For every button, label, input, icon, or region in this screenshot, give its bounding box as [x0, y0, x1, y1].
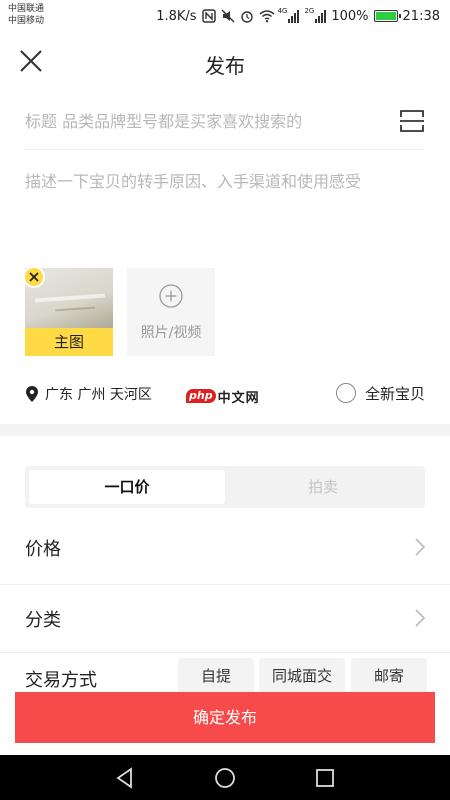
- add-photo-button[interactable]: 照片/视频: [127, 268, 215, 356]
- scan-button[interactable]: [399, 108, 425, 134]
- wifi-icon: [259, 9, 275, 23]
- add-photo-label: 照片/视频: [140, 325, 202, 341]
- page-title: 发布: [205, 54, 245, 78]
- mute-icon: [221, 9, 235, 23]
- close-icon: [29, 272, 39, 282]
- tab-fixed-price[interactable]: 一口价: [29, 470, 225, 504]
- location-selector[interactable]: 广东 广州 天河区: [25, 383, 152, 405]
- chevron-right-icon: [415, 538, 426, 556]
- add-icon: [159, 284, 183, 308]
- submit-button[interactable]: 确定发布: [15, 692, 435, 743]
- new-item-radio[interactable]: [335, 383, 356, 403]
- price-label: 价格: [25, 539, 61, 560]
- chevron-right-icon: [415, 609, 426, 627]
- main-photo-label: 主图: [25, 328, 113, 356]
- location-text: 广东 广州 天河区: [45, 387, 152, 403]
- section-divider: [0, 424, 450, 436]
- category-label: 分类: [25, 610, 61, 631]
- network-type-2: 2G: [304, 7, 315, 15]
- net-speed: 1.8K/s: [156, 8, 197, 24]
- network-type-1: 4G: [277, 7, 288, 15]
- carrier-labels: 中国联通 中国移动: [8, 3, 44, 27]
- watermark-logo: php 中文网: [186, 385, 260, 407]
- battery-percent: 100%: [331, 8, 369, 24]
- title-input[interactable]: [25, 108, 385, 134]
- category-row[interactable]: 分类: [0, 584, 450, 652]
- trade-method-label: 交易方式: [25, 670, 97, 691]
- battery-icon: [373, 10, 401, 22]
- recents-icon[interactable]: [312, 765, 338, 791]
- row-divider: [0, 652, 450, 653]
- remove-photo-button[interactable]: [23, 266, 45, 288]
- clock: 21:38: [402, 8, 440, 24]
- tab-auction[interactable]: 拍卖: [225, 470, 421, 504]
- status-indicators: 1.8K/s 4G 2G 100% 21:38: [156, 7, 440, 25]
- scan-icon: [400, 110, 424, 132]
- trade-option-meetup[interactable]: 同城面交: [259, 658, 345, 694]
- signal-1-icon: [288, 9, 300, 23]
- photo-content: [34, 293, 106, 303]
- description-input[interactable]: [25, 168, 425, 248]
- watermark-text: 中文网: [217, 390, 260, 406]
- signal-2-icon: [315, 9, 327, 23]
- price-row[interactable]: 价格: [0, 513, 450, 581]
- carrier-1: 中国联通: [8, 4, 45, 14]
- system-nav-bar: [0, 755, 450, 800]
- trade-option-shipping[interactable]: 邮寄: [351, 658, 427, 694]
- watermark-brand: php: [186, 389, 216, 403]
- photo-content-detail: [54, 306, 96, 312]
- carrier-2: 中国移动: [8, 16, 45, 26]
- header: 发布: [0, 32, 450, 90]
- home-icon[interactable]: [212, 765, 238, 791]
- trade-option-pickup[interactable]: 自提: [178, 658, 254, 694]
- title-row: [25, 98, 425, 150]
- location-pin-icon: [26, 386, 38, 402]
- new-item-option[interactable]: 全新宝贝: [335, 382, 425, 404]
- back-icon[interactable]: [112, 765, 138, 791]
- new-item-label: 全新宝贝: [364, 384, 425, 403]
- main-photo-thumbnail[interactable]: 主图: [23, 266, 113, 356]
- nfc-icon: [201, 9, 216, 23]
- price-mode-tabs: 一口价 拍卖: [25, 466, 425, 508]
- status-bar: 中国联通 中国移动 1.8K/s 4G 2G 100% 21:38: [0, 0, 450, 32]
- alarm-icon: [240, 9, 254, 23]
